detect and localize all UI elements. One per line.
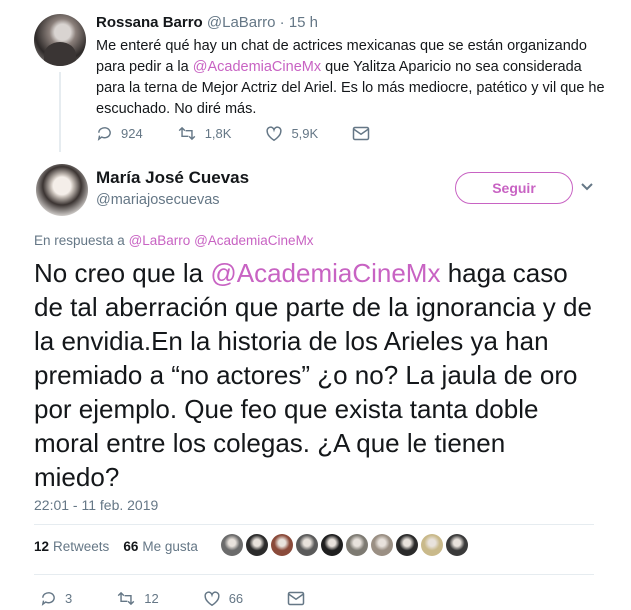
retweet-icon — [117, 591, 135, 606]
author-name[interactable]: Rossana Barro — [96, 14, 203, 31]
message-button[interactable] — [287, 591, 305, 606]
liker-avatar[interactable] — [421, 534, 443, 556]
tweet-actions: 924 1,8K 5,9K — [96, 125, 404, 142]
liker-avatar[interactable] — [446, 534, 468, 556]
separator: · — [275, 14, 289, 31]
author-name[interactable]: María José Cuevas — [96, 168, 249, 188]
thread-line — [59, 72, 61, 152]
tweet-time[interactable]: 15 h — [289, 14, 318, 31]
tweet-actions: 3 12 66 — [40, 590, 349, 607]
reply-button[interactable]: 3 — [40, 590, 72, 607]
retweet-icon — [178, 126, 195, 141]
like-count: 66 — [228, 591, 244, 606]
liker-avatar[interactable] — [271, 534, 293, 556]
liker-avatar[interactable] — [396, 534, 418, 556]
reply-icon — [41, 592, 55, 606]
like-button[interactable]: 66 — [203, 590, 243, 607]
reply-prefix: En respuesta a — [34, 233, 129, 248]
mention-link[interactable]: @LaBarro — [129, 233, 191, 248]
tweet-text: No creo que la @AcademiaCineMx haga caso… — [34, 256, 594, 494]
parent-tweet[interactable]: Rossana Barro @LaBarro · 15 h Me enteré … — [0, 0, 631, 158]
divider — [34, 574, 594, 575]
message-icon — [352, 126, 370, 141]
retweet-button[interactable]: 12 — [116, 590, 159, 607]
retweet-button[interactable]: 1,8K — [177, 125, 232, 142]
liker-avatar[interactable] — [371, 534, 393, 556]
tweet-text-part: No creo que la — [34, 258, 211, 288]
retweets-stat-label: Retweets — [53, 539, 110, 554]
tweet-header: Rossana Barro @LaBarro · 15 h — [96, 14, 318, 31]
liker-avatar[interactable] — [346, 534, 368, 556]
reply-icon — [97, 127, 111, 141]
mention-link[interactable]: @AcademiaCineMx — [210, 258, 440, 288]
retweet-count: 12 — [144, 591, 159, 606]
liker-avatar[interactable] — [321, 534, 343, 556]
reply-button[interactable]: 924 — [96, 125, 143, 142]
author-handle[interactable]: @LaBarro — [207, 14, 276, 31]
retweets-stat-count: 12 — [34, 539, 50, 554]
like-button[interactable]: 5,9K — [265, 125, 318, 142]
reply-count: 924 — [121, 126, 143, 141]
engagement-stats: 12 Retweets 66 Me gusta — [34, 539, 212, 554]
tweet-text-part: haga caso de tal aberración que parte de… — [34, 258, 592, 492]
author-handle[interactable]: @mariajosecuevas — [96, 192, 220, 208]
follow-button[interactable]: Seguir — [455, 172, 573, 204]
reply-count: 3 — [65, 591, 73, 606]
likes-stat-label: Me gusta — [142, 539, 198, 554]
likes-stat[interactable]: 66 Me gusta — [123, 539, 198, 554]
liker-avatar[interactable] — [246, 534, 268, 556]
tweet-timestamp[interactable]: 22:01 - 11 feb. 2019 — [34, 497, 158, 513]
liker-avatars — [221, 534, 468, 556]
retweet-count: 1,8K — [204, 126, 232, 141]
retweets-stat[interactable]: 12 Retweets — [34, 539, 109, 554]
like-count: 5,9K — [291, 126, 319, 141]
reply-context: En respuesta a @LaBarro @AcademiaCineMx — [34, 233, 314, 248]
likes-stat-count: 66 — [123, 539, 139, 554]
chevron-down-icon[interactable] — [580, 182, 594, 192]
liker-avatar[interactable] — [296, 534, 318, 556]
message-icon — [287, 591, 305, 606]
avatar[interactable] — [34, 14, 86, 66]
avatar[interactable] — [36, 164, 88, 216]
divider — [34, 524, 594, 525]
mention-link[interactable]: @AcademiaCineMx — [193, 59, 321, 75]
message-button[interactable] — [352, 126, 370, 141]
tweet-text: Me enteré qué hay un chat de actrices me… — [96, 36, 606, 120]
liker-avatar[interactable] — [221, 534, 243, 556]
mention-link[interactable]: @AcademiaCineMx — [194, 233, 314, 248]
heart-icon — [266, 126, 283, 142]
heart-icon — [204, 591, 220, 607]
